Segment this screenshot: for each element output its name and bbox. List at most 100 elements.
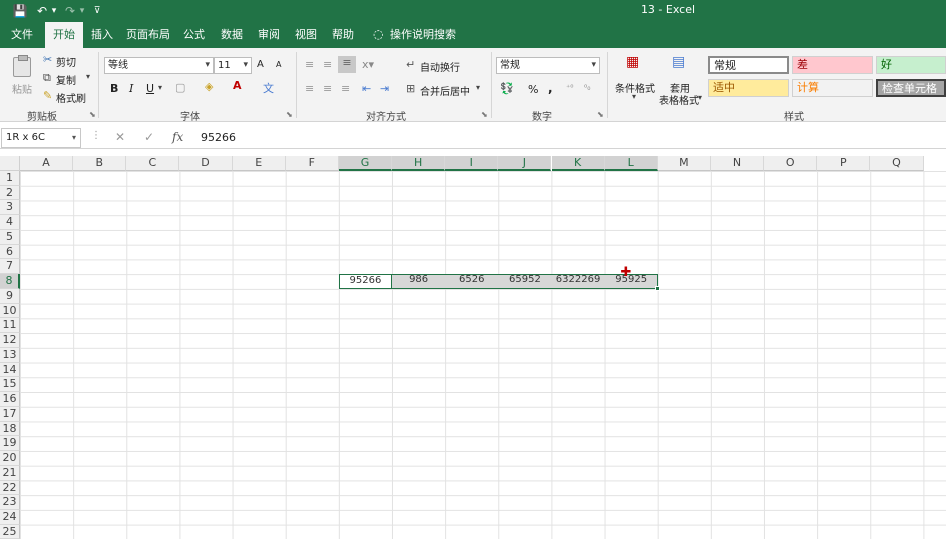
cell-h8[interactable]: 986 <box>392 274 445 289</box>
style-check-cell[interactable]: 检查单元格 <box>876 79 946 97</box>
font-size-select[interactable]: 11 ▾ <box>214 57 252 74</box>
column-header-h[interactable]: H <box>392 156 446 171</box>
bold-button[interactable]: B <box>110 82 118 95</box>
font-color-icon[interactable]: A <box>233 79 242 92</box>
row-header-9[interactable]: 9 <box>0 288 20 304</box>
align-bottom-icon[interactable]: ≡ <box>338 56 356 73</box>
decrease-decimal-icon[interactable]: ⁰₀ <box>584 83 590 92</box>
align-middle-icon[interactable]: ≡ <box>323 58 332 71</box>
insert-function-button[interactable]: fx <box>172 130 183 144</box>
enter-icon[interactable]: ✓ <box>144 130 154 144</box>
underline-button[interactable]: U <box>146 82 154 95</box>
row-header-23[interactable]: 23 <box>0 495 20 510</box>
column-header-l[interactable]: L <box>604 156 658 171</box>
row-header-6[interactable]: 6 <box>0 244 20 260</box>
merge-center-button[interactable]: 合并后居中 <box>420 83 470 98</box>
clipboard-launcher-icon[interactable]: ⬊ <box>89 110 96 119</box>
cut-button[interactable]: 剪切 <box>56 54 76 69</box>
tab-data[interactable]: 数据 <box>216 22 248 48</box>
column-header-g[interactable]: G <box>338 156 393 171</box>
font-launcher-icon[interactable]: ⬊ <box>286 110 293 119</box>
tab-file[interactable]: 文件 <box>4 22 40 48</box>
increase-indent-icon[interactable]: ⇥ <box>380 82 389 95</box>
row-header-7[interactable]: 7 <box>0 259 20 275</box>
column-header-m[interactable]: M <box>657 156 711 171</box>
row-header-17[interactable]: 17 <box>0 406 20 422</box>
style-good[interactable]: 好 <box>876 56 946 74</box>
number-format-select[interactable]: 常规 ▾ <box>496 57 600 74</box>
tab-home[interactable]: 开始 <box>45 22 83 49</box>
cancel-icon[interactable]: ✕ <box>115 130 125 144</box>
style-bad[interactable]: 差 <box>792 56 873 74</box>
cell-i8[interactable]: 6526 <box>445 274 498 289</box>
underline-dropdown-icon[interactable]: ▾ <box>158 83 162 92</box>
format-as-table-dropdown-icon[interactable]: ▾ <box>698 93 702 102</box>
row-header-12[interactable]: 12 <box>0 333 20 348</box>
row-header-13[interactable]: 13 <box>0 347 20 363</box>
copy-dropdown-icon[interactable]: ▾ <box>86 72 90 81</box>
decrease-indent-icon[interactable]: ⇤ <box>362 82 371 95</box>
style-calculation[interactable]: 计算 <box>792 79 873 97</box>
number-launcher-icon[interactable]: ⬊ <box>597 110 604 119</box>
column-header-c[interactable]: C <box>126 156 180 171</box>
row-header-4[interactable]: 4 <box>0 215 20 230</box>
row-header-15[interactable]: 15 <box>0 377 20 393</box>
cell-g8[interactable]: 95266 <box>338 274 393 289</box>
row-header-14[interactable]: 14 <box>0 362 20 378</box>
increase-decimal-icon[interactable]: ⁺⁰ <box>566 83 573 92</box>
tab-page-layout[interactable]: 页面布局 <box>124 22 172 48</box>
paste-button[interactable]: 粘贴 <box>12 81 32 96</box>
row-header-21[interactable]: 21 <box>0 465 20 481</box>
row-header-8[interactable]: 8 <box>0 274 20 289</box>
italic-button[interactable]: I <box>129 82 133 95</box>
grow-font-button[interactable]: A <box>257 59 264 70</box>
align-top-icon[interactable]: ≡ <box>305 58 314 71</box>
phonetic-icon[interactable]: 文 <box>263 80 274 96</box>
row-header-24[interactable]: 24 <box>0 510 20 525</box>
align-center-icon[interactable]: ≡ <box>323 82 332 95</box>
conditional-format-dropdown-icon[interactable]: ▾ <box>632 92 636 101</box>
column-header-p[interactable]: P <box>817 156 871 171</box>
orientation-icon[interactable]: ⅹ▾ <box>362 58 374 71</box>
tell-me-search[interactable]: 操作说明搜索 <box>390 22 456 48</box>
column-header-f[interactable]: F <box>285 156 339 171</box>
currency-icon[interactable]: 💱 <box>500 82 514 95</box>
row-header-11[interactable]: 11 <box>0 318 20 334</box>
column-header-o[interactable]: O <box>764 156 818 171</box>
column-header-k[interactable]: K <box>551 156 605 171</box>
column-header-n[interactable]: N <box>710 156 765 171</box>
paste-icon[interactable] <box>13 55 31 77</box>
percent-button[interactable]: % <box>528 83 538 96</box>
column-header-e[interactable]: E <box>232 156 286 171</box>
column-header-i[interactable]: I <box>445 156 499 171</box>
row-header-25[interactable]: 25 <box>0 524 20 539</box>
border-icon[interactable]: ▢ <box>175 81 185 94</box>
merge-dropdown-icon[interactable]: ▾ <box>476 83 480 92</box>
column-header-d[interactable]: D <box>179 156 233 171</box>
shrink-font-button[interactable]: A <box>276 60 281 69</box>
align-left-icon[interactable]: ≡ <box>305 82 314 95</box>
name-box[interactable]: 1R x 6C ▾ <box>1 128 81 148</box>
tab-view[interactable]: 视图 <box>290 22 322 48</box>
row-header-1[interactable]: 1 <box>0 171 20 186</box>
wrap-text-button[interactable]: 自动换行 <box>420 59 460 74</box>
style-neutral[interactable]: 适中 <box>708 79 789 97</box>
column-header-a[interactable]: A <box>20 156 74 171</box>
row-header-3[interactable]: 3 <box>0 200 20 216</box>
format-painter-button[interactable]: 格式刷 <box>56 90 86 105</box>
fill-color-icon[interactable]: ◈ <box>205 80 213 93</box>
column-header-q[interactable]: Q <box>870 156 924 171</box>
cell-j8[interactable]: 65952 <box>498 274 551 289</box>
row-header-16[interactable]: 16 <box>0 392 20 407</box>
font-name-select[interactable]: 等线 ▾ <box>104 57 214 74</box>
align-right-icon[interactable]: ≡ <box>341 82 350 95</box>
formula-input[interactable]: 95266 <box>201 131 236 144</box>
comma-button[interactable]: , <box>548 81 553 95</box>
copy-button[interactable]: 复制 <box>56 72 76 87</box>
row-header-18[interactable]: 18 <box>0 421 20 437</box>
row-header-22[interactable]: 22 <box>0 480 20 496</box>
row-header-20[interactable]: 20 <box>0 451 20 466</box>
row-header-19[interactable]: 19 <box>0 436 20 452</box>
column-header-b[interactable]: B <box>73 156 127 171</box>
row-header-10[interactable]: 10 <box>0 303 20 319</box>
